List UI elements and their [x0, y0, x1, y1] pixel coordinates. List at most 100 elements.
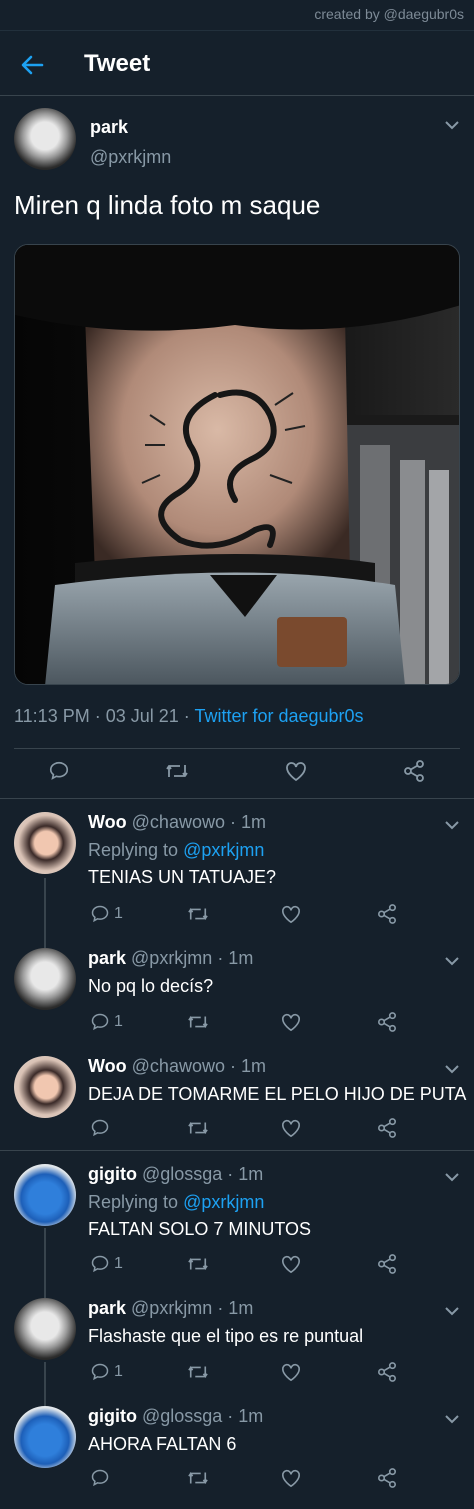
author-name[interactable]: gigito: [88, 1406, 137, 1426]
replying-to: Replying to @pxrkjmn: [88, 840, 264, 861]
author-name[interactable]: park: [88, 1298, 126, 1318]
author-meta: @glossga · 1m: [136, 1406, 264, 1426]
author-name[interactable]: Woo: [88, 1056, 127, 1076]
avatar[interactable]: [14, 1164, 76, 1226]
retweet-icon[interactable]: [186, 1012, 210, 1032]
retweet-icon[interactable]: [164, 760, 190, 782]
tweet-text: Miren q linda foto m saque: [14, 190, 321, 220]
reply-text: Flashaste que el tipo es re puntual: [88, 1326, 364, 1346]
like-icon[interactable]: [280, 1012, 302, 1032]
comment-icon: [91, 1119, 109, 1137]
comment-icon: [91, 905, 109, 923]
share-icon[interactable]: [376, 1468, 398, 1488]
chevron-down-icon[interactable]: [444, 1172, 460, 1182]
comment-icon: [91, 1363, 109, 1381]
comment-icon: [91, 1255, 109, 1273]
avatar[interactable]: [14, 812, 76, 874]
chevron-down-icon[interactable]: [444, 956, 460, 966]
share-icon[interactable]: [402, 760, 426, 782]
author-meta: @chawowo · 1m: [126, 812, 266, 832]
reply-header: Woo @chawowo · 1m: [88, 812, 266, 833]
share-icon[interactable]: [376, 1012, 398, 1032]
thread-line: [44, 1228, 46, 1298]
author-name[interactable]: park: [88, 948, 126, 968]
watermark: created by @daegubr0s: [314, 6, 464, 22]
reply-header: park @pxrkjmn · 1m: [88, 948, 253, 969]
reply-count: 1: [114, 1363, 123, 1380]
avatar[interactable]: [14, 108, 76, 170]
reply-header: gigito @glossga · 1m: [88, 1164, 263, 1185]
thread-line: [44, 878, 46, 948]
reply-text: AHORA FALTAN 6: [88, 1434, 237, 1454]
replying-to: Replying to @pxrkjmn: [88, 1192, 264, 1213]
author-name[interactable]: park: [90, 117, 128, 138]
share-icon[interactable]: [376, 1118, 398, 1138]
author-meta: @glossga · 1m: [136, 1164, 264, 1184]
comment-icon: [91, 1013, 109, 1031]
like-icon[interactable]: [280, 1118, 302, 1138]
retweet-icon[interactable]: [186, 1362, 210, 1382]
page-title: Tweet: [84, 50, 151, 77]
reply-comment-button[interactable]: 1: [90, 904, 123, 924]
reply-header: park @pxrkjmn · 1m: [88, 1298, 253, 1319]
author-handle[interactable]: @pxrkjmn: [90, 147, 171, 168]
author-meta: @pxrkjmn · 1m: [126, 1298, 254, 1318]
author-meta: @pxrkjmn · 1m: [126, 948, 254, 968]
divider: [0, 798, 474, 799]
author-name[interactable]: gigito: [88, 1164, 137, 1184]
replying-handle-link[interactable]: @pxrkjmn: [183, 1192, 264, 1212]
reply-text: DEJA DE TOMARME EL PELO HIJO DE PUTA: [88, 1084, 467, 1104]
reply-header: Woo @chawowo · 1m: [88, 1056, 266, 1077]
tweet-timestamp: 11:13 PM · 03 Jul 21 ·: [14, 706, 195, 726]
avatar[interactable]: [14, 948, 76, 1010]
chevron-down-icon[interactable]: [444, 1306, 460, 1316]
chevron-down-icon[interactable]: [444, 1414, 460, 1424]
author-name[interactable]: Woo: [88, 812, 127, 832]
reply-comment-button[interactable]: [90, 1118, 114, 1138]
chevron-down-icon[interactable]: [444, 120, 460, 130]
arrow-left-icon[interactable]: [18, 51, 46, 79]
tweet-actions: [0, 752, 474, 792]
tweet-photo[interactable]: [14, 244, 460, 685]
comment-icon[interactable]: [48, 760, 70, 782]
avatar[interactable]: [14, 1298, 76, 1360]
author-meta: @chawowo · 1m: [126, 1056, 266, 1076]
replying-handle-link[interactable]: @pxrkjmn: [183, 840, 264, 860]
reply-comment-button[interactable]: [90, 1468, 114, 1488]
retweet-icon[interactable]: [186, 1118, 210, 1138]
reply-count: 1: [114, 1255, 123, 1272]
share-icon[interactable]: [376, 1254, 398, 1274]
reply-count: 1: [114, 905, 123, 922]
retweet-icon[interactable]: [186, 1254, 210, 1274]
like-icon[interactable]: [284, 760, 308, 782]
avatar[interactable]: [14, 1056, 76, 1118]
share-icon[interactable]: [376, 904, 398, 924]
reply-header: gigito @glossga · 1m: [88, 1406, 263, 1427]
replying-label: Replying to: [88, 840, 184, 860]
reply-comment-button[interactable]: 1: [90, 1362, 123, 1382]
dragon-tattoo-photo: [15, 245, 459, 684]
like-icon[interactable]: [280, 904, 302, 924]
tweet-source-link[interactable]: Twitter for daegubr0s: [194, 706, 363, 726]
reply-comment-button[interactable]: 1: [90, 1254, 123, 1274]
avatar[interactable]: [14, 1406, 76, 1468]
reply-text: No pq lo decís?: [88, 976, 214, 996]
reply-comment-button[interactable]: 1: [90, 1012, 123, 1032]
like-icon[interactable]: [280, 1254, 302, 1274]
divider: [0, 1150, 474, 1151]
chevron-down-icon[interactable]: [444, 820, 460, 830]
thread-line: [44, 1362, 46, 1406]
divider: [14, 748, 460, 749]
chevron-down-icon[interactable]: [444, 1064, 460, 1074]
top-bar: Tweet: [0, 30, 474, 96]
comment-icon: [91, 1469, 109, 1487]
reply-text: FALTAN SOLO 7 MINUTOS: [88, 1219, 312, 1239]
retweet-icon[interactable]: [186, 904, 210, 924]
retweet-icon[interactable]: [186, 1468, 210, 1488]
tweet-meta: 11:13 PM · 03 Jul 21 · Twitter for daegu…: [14, 706, 364, 727]
like-icon[interactable]: [280, 1468, 302, 1488]
like-icon[interactable]: [280, 1362, 302, 1382]
reply-text: TENIAS UN TATUAJE?: [88, 867, 277, 887]
reply-count: 1: [114, 1013, 123, 1030]
share-icon[interactable]: [376, 1362, 398, 1382]
